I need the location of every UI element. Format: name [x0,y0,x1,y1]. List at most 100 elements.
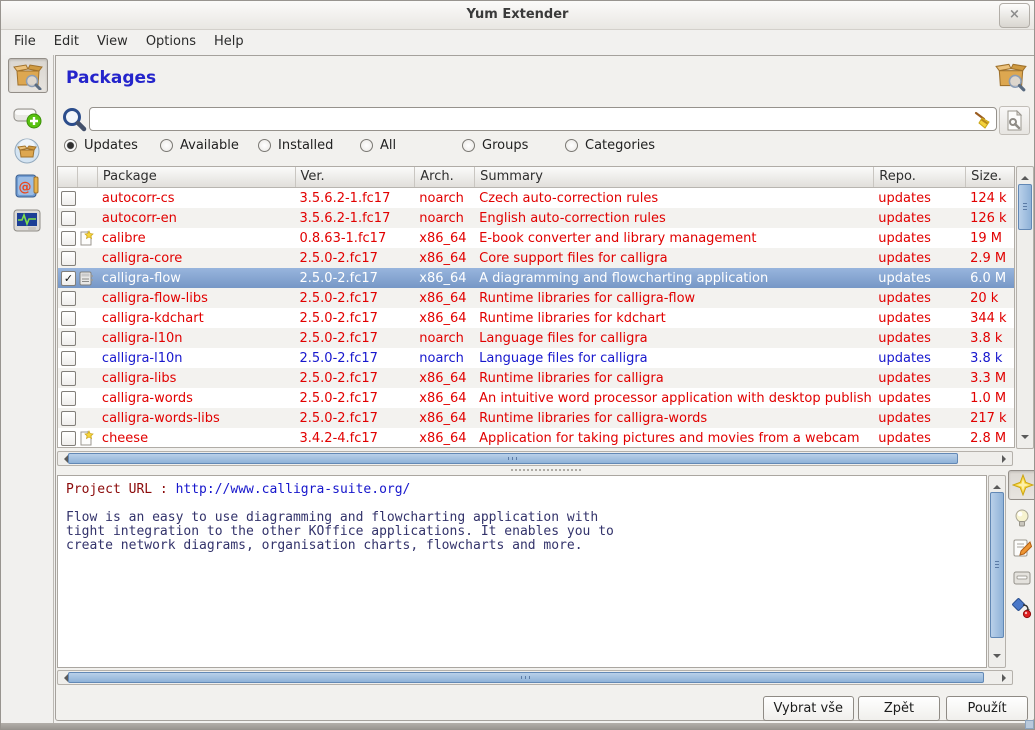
filter-radio-updates[interactable]: Updates [64,138,138,153]
row-checkbox[interactable] [61,391,76,406]
row-select-cell[interactable] [58,351,77,366]
clear-search-broom-icon[interactable] [972,110,992,133]
sidebar-item-history[interactable]: @ [8,169,46,202]
table-row[interactable]: calligra-libs 2.5.0-2.fc17 x86_64 Runtim… [58,368,1014,388]
package-size: 3.8 k [965,351,1014,366]
row-checkbox[interactable] [61,371,76,386]
table-vertical-scrollbar[interactable] [1016,166,1034,449]
details-vertical-scrollbar[interactable] [988,475,1006,668]
package-arch: noarch [414,331,474,346]
radio-icon [565,139,578,152]
table-row[interactable]: calligra-flow-libs 2.5.0-2.fc17 x86_64 R… [58,288,1014,308]
row-checkbox[interactable] [61,411,76,426]
row-select-cell[interactable] [58,191,77,206]
row-checkbox[interactable] [61,431,76,446]
row-checkbox[interactable] [61,351,76,366]
details-horizontal-scrollbar[interactable] [57,670,1013,685]
table-row[interactable]: calligra-words 2.5.0-2.fc17 x86_64 An in… [58,388,1014,408]
table-row[interactable]: cheese 3.4.2-4.fc17 x86_64 Application f… [58,428,1014,448]
package-arch: x86_64 [414,411,474,426]
package-version: 2.5.0-2.fc17 [295,311,415,326]
package-summary: Application for taking pictures and movi… [474,431,873,446]
details-vscroll-thumb[interactable] [990,492,1004,638]
table-row[interactable]: calligra-words-libs 2.5.0-2.fc17 x86_64 … [58,408,1014,428]
details-hscroll-thumb[interactable] [68,672,984,683]
column-header-arch[interactable]: Arch. [414,167,474,187]
select-all-button[interactable]: Vybrat vše [763,696,855,721]
package-repo: updates [873,271,965,286]
filter-radio-installed[interactable]: Installed [258,138,333,153]
column-header-package[interactable]: Package [97,167,295,187]
filter-radio-all[interactable]: All [360,138,396,153]
search-options-button[interactable] [999,106,1030,135]
table-row[interactable]: calligra-l10n 2.5.0-2.fc17 noarch Langua… [58,348,1014,368]
sidebar-item-repositories[interactable] [8,134,46,167]
globe-box-icon [12,136,42,166]
table-vscroll-thumb[interactable] [1018,184,1032,230]
row-select-cell[interactable] [58,431,77,446]
table-horizontal-scrollbar[interactable] [57,451,1013,466]
project-url-link[interactable]: http://www.calligra-suite.org/ [176,482,411,497]
column-header-ver[interactable]: Ver. [295,167,415,187]
apply-button[interactable]: Použít [946,696,1028,721]
row-select-cell[interactable] [58,231,77,246]
info-tab-update-info[interactable] [1008,504,1035,532]
table-row[interactable]: ✓ calligra-flow 2.5.0-2.fc17 x86_64 A di… [58,268,1014,288]
menu-options[interactable]: Options [137,29,205,54]
row-select-cell[interactable] [58,251,77,266]
sidebar-item-pending-actions[interactable] [8,99,46,132]
close-button[interactable]: × [999,3,1030,28]
table-row[interactable]: autocorr-cs 3.5.6.2-1.fc17 noarch Czech … [58,188,1014,208]
package-version: 2.5.0-2.fc17 [295,411,415,426]
row-checkbox[interactable] [61,191,76,206]
sidebar-item-output[interactable] [8,204,46,237]
column-header-repo[interactable]: Repo. [873,167,965,187]
menu-view[interactable]: View [88,29,137,54]
row-select-cell[interactable] [58,211,77,226]
row-select-cell[interactable] [58,311,77,326]
table-row[interactable]: autocorr-en 3.5.6.2-1.fc17 noarch Englis… [58,208,1014,228]
column-header-size[interactable]: Size. [965,167,1014,187]
menu-edit[interactable]: Edit [45,29,88,54]
star-sparkle-icon [1012,474,1034,496]
row-checkbox[interactable]: ✓ [61,271,76,286]
search-input[interactable] [89,107,997,131]
row-checkbox[interactable] [61,311,76,326]
row-select-cell[interactable] [58,371,77,386]
description-line: create network diagrams, organisation ch… [66,539,986,553]
sidebar-item-packages[interactable] [8,58,48,93]
info-tab-filelist[interactable] [1008,564,1035,592]
row-checkbox[interactable] [61,291,76,306]
row-select-cell[interactable] [58,291,77,306]
row-select-cell[interactable] [58,331,77,346]
package-table: PackageVer.Arch.SummaryRepo.Size. autoco… [57,166,1015,448]
menu-help[interactable]: Help [205,29,253,54]
row-checkbox[interactable] [61,331,76,346]
column-header-blank0[interactable] [58,167,77,187]
row-select-cell[interactable] [58,411,77,426]
package-table-header: PackageVer.Arch.SummaryRepo.Size. [58,167,1014,188]
info-tab-dependencies[interactable] [1008,594,1035,622]
filter-radio-categories[interactable]: Categories [565,138,655,153]
table-row[interactable]: calibre 0.8.63-1.fc17 x86_64 E-book conv… [58,228,1014,248]
package-size: 2.9 M [965,251,1014,266]
row-select-cell[interactable]: ✓ [58,271,77,286]
row-select-cell[interactable] [58,391,77,406]
column-header-blank1[interactable] [77,167,97,187]
table-row[interactable]: calligra-core 2.5.0-2.fc17 x86_64 Core s… [58,248,1014,268]
filter-radio-groups[interactable]: Groups [462,138,528,153]
window-resize-grip[interactable] [1025,720,1034,729]
row-checkbox[interactable] [61,211,76,226]
package-repo: updates [873,351,965,366]
table-row[interactable]: calligra-l10n 2.5.0-2.fc17 noarch Langua… [58,328,1014,348]
row-checkbox[interactable] [61,231,76,246]
row-checkbox[interactable] [61,251,76,266]
menu-file[interactable]: File [5,29,45,54]
info-tab-description[interactable] [1008,470,1035,500]
undo-button[interactable]: Zpět [858,696,940,721]
table-row[interactable]: calligra-kdchart 2.5.0-2.fc17 x86_64 Run… [58,308,1014,328]
info-tab-changelog[interactable] [1008,534,1035,562]
column-header-summary[interactable]: Summary [474,167,873,187]
filter-radio-available[interactable]: Available [160,138,239,153]
table-hscroll-thumb[interactable] [68,453,958,464]
